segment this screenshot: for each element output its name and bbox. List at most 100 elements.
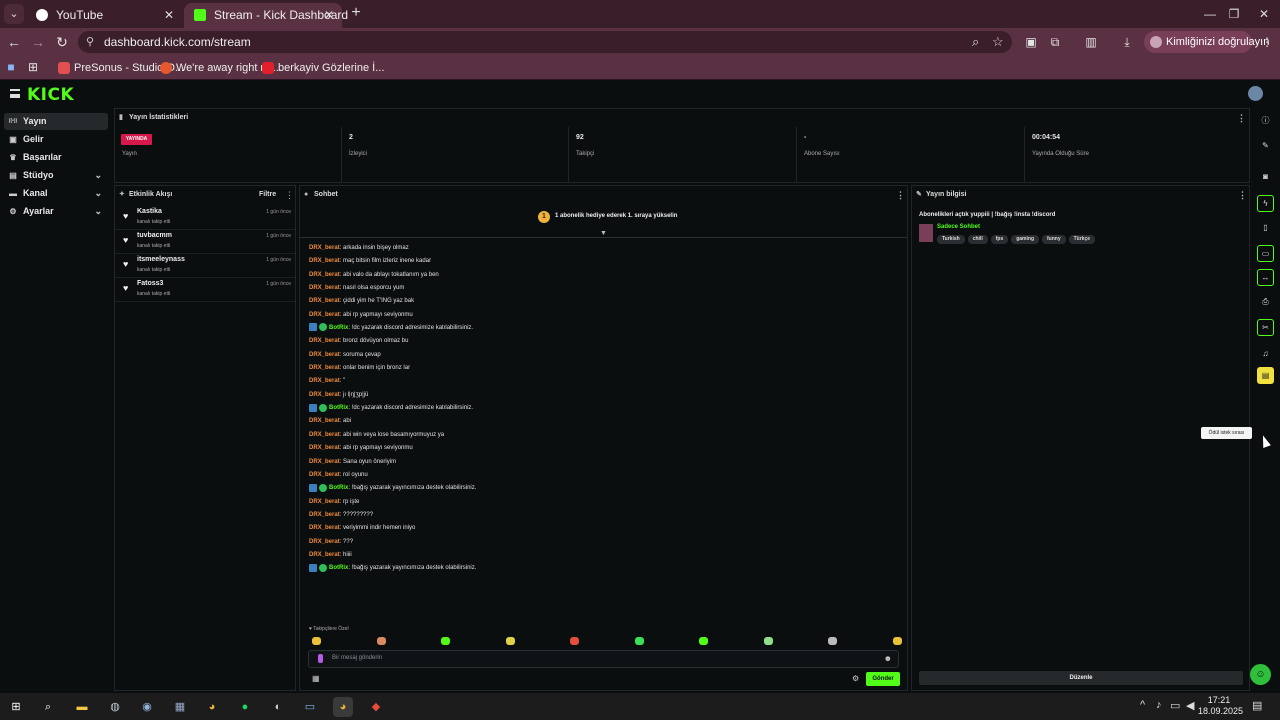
chat-username[interactable]: DRX_berat xyxy=(309,552,340,558)
filter-button[interactable]: Filtre xyxy=(259,186,276,204)
category-name[interactable]: Sadece Sohbet xyxy=(937,224,980,230)
chat-username[interactable]: DRX_berat xyxy=(309,272,340,278)
chat-username[interactable]: DRX_berat xyxy=(309,445,340,451)
puzzle-extensions-icon[interactable]: ⧉ xyxy=(1046,33,1064,51)
chat-username[interactable]: DRX_berat xyxy=(309,539,340,545)
printer-icon[interactable]: ⎙ xyxy=(1257,293,1274,310)
chrome-icon[interactable]: ◕ xyxy=(202,697,222,717)
more-options-icon[interactable]: ⋮ xyxy=(285,186,294,204)
url-text[interactable]: dashboard.kick.com/stream xyxy=(104,35,251,49)
chat-username[interactable]: DRX_berat xyxy=(309,298,340,304)
user-avatar[interactable] xyxy=(1248,86,1263,101)
network-icon[interactable]: ▭ xyxy=(1170,699,1180,712)
emote-icon[interactable] xyxy=(763,637,773,645)
pinned-goal-banner[interactable]: 1 1 abonelik hediye ederek 1. sıraya yük… xyxy=(300,204,907,238)
chat-tools-icon[interactable]: ▦ xyxy=(312,674,320,683)
edit-pencil-icon[interactable]: ✎ xyxy=(1257,137,1274,154)
bookmark-youtube[interactable]: berkayiv Gözlerine İ... xyxy=(262,60,384,76)
info-icon[interactable]: ⓘ xyxy=(1257,112,1274,129)
chat-settings-icon[interactable]: ⚙ xyxy=(852,674,859,683)
chat-username[interactable]: DRX_berat xyxy=(309,432,340,438)
tab-kick-dashboard[interactable]: Stream - Kick Dashboard ✕ xyxy=(184,3,348,28)
edit-stream-info-button[interactable]: Düzenle xyxy=(919,671,1243,685)
obs-icon[interactable]: ◐ xyxy=(268,697,288,717)
chat-username[interactable]: BotRix xyxy=(329,325,348,331)
chat-input-placeholder[interactable]: Bir mesaj gönderin xyxy=(332,655,382,661)
chat-username[interactable]: DRX_berat xyxy=(309,338,340,344)
chrome-profile-icon[interactable]: ◕ xyxy=(333,697,353,717)
tab-youtube[interactable]: YouTube ✕ xyxy=(26,3,182,28)
close-tab-icon[interactable]: ✕ xyxy=(324,3,334,28)
chat-username[interactable]: DRX_berat xyxy=(309,258,340,264)
chat-icon[interactable]: ▭ xyxy=(1257,245,1274,262)
bookmark-star-icon[interactable]: ☆ xyxy=(992,34,1004,50)
extension-icon[interactable]: ▣ xyxy=(1022,33,1040,51)
browser-menu-icon[interactable]: ⋮ xyxy=(1258,33,1276,51)
chat-username[interactable]: DRX_berat xyxy=(309,285,340,291)
tray-chevron-icon[interactable]: ^ xyxy=(1140,699,1145,711)
emote-icon[interactable] xyxy=(634,637,644,645)
chat-username[interactable]: DRX_berat xyxy=(309,245,340,251)
lightning-icon[interactable]: ϟ xyxy=(1257,195,1274,212)
chat-username[interactable]: DRX_berat xyxy=(309,365,340,371)
mic-tray-icon[interactable]: ♪ xyxy=(1156,699,1162,711)
site-info-icon[interactable]: ⚲ xyxy=(86,35,94,48)
sidebar-item-basarilar[interactable]: ♛ Başarılar xyxy=(4,149,108,166)
chat-username[interactable]: DRX_berat xyxy=(309,312,340,318)
chat-username[interactable]: DRX_berat xyxy=(309,418,340,424)
chat-username[interactable]: DRX_berat xyxy=(309,352,340,358)
volume-icon[interactable]: ◀ xyxy=(1186,699,1194,712)
more-options-icon[interactable]: ⋮ xyxy=(1237,109,1246,127)
chat-username[interactable]: DRX_berat xyxy=(309,392,340,398)
start-windows-icon[interactable]: ⊞ xyxy=(6,697,26,717)
tab-search-button[interactable]: ⌄ xyxy=(4,4,24,24)
taskbar-clock[interactable]: 17:21 18.09.2025 xyxy=(1198,695,1243,717)
app-red-icon[interactable]: ◆ xyxy=(366,697,386,717)
sidebar-item-studyo[interactable]: ▤ Stüdyo ⌄ xyxy=(4,167,108,184)
chevron-down-icon[interactable]: ▼ xyxy=(600,230,607,237)
activity-user[interactable]: Fatoss3 xyxy=(137,280,163,287)
send-button[interactable]: Gönder xyxy=(866,672,900,686)
chat-username[interactable]: DRX_berat xyxy=(309,525,340,531)
chat-username[interactable]: BotRix xyxy=(329,485,348,491)
chat-username[interactable]: DRX_berat xyxy=(309,378,340,384)
address-bar[interactable]: ⚲ dashboard.kick.com/stream ⌕ ☆ xyxy=(78,31,1012,53)
activity-user[interactable]: itsmeeleynass xyxy=(137,256,185,263)
notifications-icon[interactable]: ▤ xyxy=(1252,699,1262,712)
activity-user[interactable]: Kastika xyxy=(137,208,162,215)
more-options-icon[interactable]: ⋮ xyxy=(1238,186,1247,204)
calculator-icon[interactable]: ▦ xyxy=(170,697,190,717)
emote-icon[interactable] xyxy=(699,637,708,645)
emote-icon[interactable] xyxy=(505,637,515,645)
kick-logo[interactable]: KICK xyxy=(27,85,74,105)
broadcast-rail-icon[interactable]: ↔ xyxy=(1257,269,1274,286)
search-icon[interactable]: ⌕ xyxy=(38,697,58,717)
document-icon[interactable]: ▯ xyxy=(1257,219,1274,236)
monitor-app-icon[interactable]: ▭ xyxy=(300,697,320,717)
reload-icon[interactable]: ↻ xyxy=(52,32,72,52)
profile-verify-button[interactable]: Kimliğinizi doğrulayın xyxy=(1144,31,1269,53)
app-icon[interactable]: ◍ xyxy=(105,697,125,717)
download-icon[interactable]: ⤓ xyxy=(1118,33,1136,51)
sidebar-item-kanal[interactable]: ▬ Kanal ⌄ xyxy=(4,185,108,202)
emoji-picker-icon[interactable]: ☻ xyxy=(884,654,892,663)
close-tab-icon[interactable]: ✕ xyxy=(164,3,174,28)
emote-icon[interactable] xyxy=(376,637,386,645)
menu-hamburger-icon[interactable] xyxy=(10,89,20,98)
chat-username[interactable]: DRX_berat xyxy=(309,459,340,465)
sidebar-item-gelir[interactable]: ▣ Gelir xyxy=(4,131,108,148)
forward-arrow-icon[interactable]: → xyxy=(28,32,48,52)
activity-user[interactable]: tuvbacmm xyxy=(137,232,172,239)
sidebar-item-yayin[interactable]: ((•)) Yayın xyxy=(4,113,108,130)
emote-icon[interactable] xyxy=(828,637,837,645)
camera-icon[interactable]: ◙ xyxy=(1257,168,1274,185)
more-options-icon[interactable]: ⋮ xyxy=(896,186,905,204)
chat-username[interactable]: DRX_berat xyxy=(309,472,340,478)
steam-icon[interactable]: ◉ xyxy=(137,697,157,717)
apps-grid-icon[interactable]: ⊞ xyxy=(24,58,42,76)
spotify-icon[interactable]: ● xyxy=(235,697,255,717)
new-tab-button[interactable]: + xyxy=(346,4,366,24)
chat-username[interactable]: BotRix xyxy=(329,565,348,571)
back-arrow-icon[interactable]: ← xyxy=(4,32,24,52)
chat-username[interactable]: BotRix xyxy=(329,405,348,411)
